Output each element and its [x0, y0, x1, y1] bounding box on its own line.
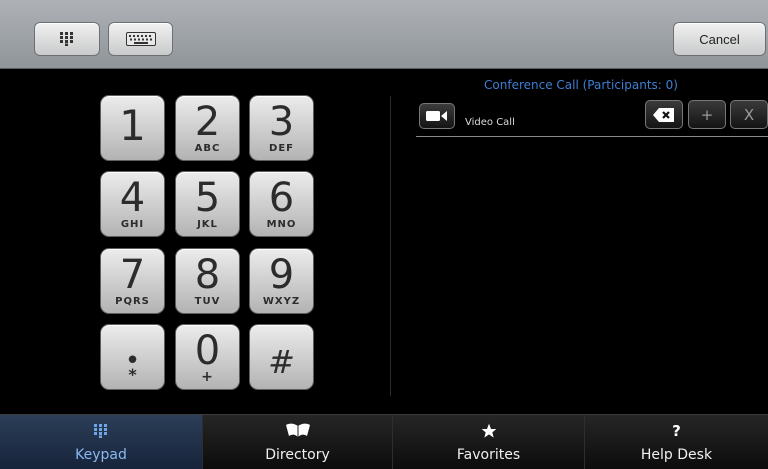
key-digit: 2 — [194, 99, 221, 145]
bottom-navigation: Keypad Directory Favorites ? Help Desk — [0, 414, 768, 469]
dial-keypad: 1 2 ABC 3 DEF 4 GHI 5 JKL 6 MNO 7 PQRS 8… — [100, 95, 315, 391]
keypad-grid-icon — [94, 424, 107, 438]
tab-favorites[interactable]: Favorites — [393, 415, 585, 469]
add-participant-button[interactable]: + — [688, 100, 726, 129]
tab-keypad[interactable]: Keypad — [0, 415, 203, 469]
key-4[interactable]: 4 GHI — [100, 171, 165, 237]
key-letters: DEF — [269, 143, 294, 154]
key-7[interactable]: 7 PQRS — [100, 248, 165, 314]
key-letters: ABC — [194, 143, 221, 154]
conference-call-title: Conference Call (Participants: 0) — [484, 78, 678, 92]
key-digit: 1 — [119, 101, 146, 150]
key-letters: MNO — [266, 219, 297, 230]
video-call-toggle[interactable] — [419, 103, 455, 129]
key-digit: 0 — [194, 328, 221, 374]
tab-help-desk-label: Help Desk — [640, 447, 713, 463]
question-icon: ? — [672, 422, 681, 440]
panel-divider — [390, 96, 391, 396]
number-entry-field[interactable] — [416, 136, 768, 137]
keypad-grid-icon — [60, 32, 73, 46]
cancel-button[interactable]: Cancel — [673, 22, 766, 56]
key-digit: 5 — [194, 175, 221, 221]
key-digit: 4 — [119, 175, 146, 221]
top-toolbar: Cancel — [0, 0, 768, 69]
key-letters: * — [128, 365, 137, 384]
key-6[interactable]: 6 MNO — [249, 171, 314, 237]
star-icon — [481, 423, 496, 438]
key-digit: 7 — [119, 252, 146, 298]
key-letters: WXYZ — [262, 296, 301, 307]
key-digit: 6 — [268, 175, 295, 221]
video-camera-icon — [426, 111, 447, 121]
clear-button[interactable]: X — [730, 100, 768, 129]
key-letters: TUV — [194, 296, 221, 307]
book-icon — [285, 423, 310, 437]
keyboard-mode-button[interactable] — [108, 22, 173, 56]
key-digit: 3 — [268, 99, 295, 145]
tab-help-desk[interactable]: ? Help Desk — [585, 415, 768, 469]
key-1[interactable]: 1 — [100, 95, 165, 161]
key-hash[interactable]: # — [249, 324, 314, 390]
keyboard-icon — [125, 32, 156, 46]
key-3[interactable]: 3 DEF — [249, 95, 314, 161]
tab-directory-label: Directory — [265, 447, 330, 463]
key-letters: PQRS — [115, 296, 150, 307]
key-digit: 9 — [268, 252, 295, 298]
key-8[interactable]: 8 TUV — [175, 248, 240, 314]
key-5[interactable]: 5 JKL — [175, 171, 240, 237]
tab-directory[interactable]: Directory — [203, 415, 393, 469]
key-letters: GHI — [120, 219, 145, 230]
key-letters: JKL — [197, 219, 218, 230]
tab-favorites-label: Favorites — [456, 447, 521, 463]
video-call-label: Video Call — [465, 117, 515, 128]
key-2[interactable]: 2 ABC — [175, 95, 240, 161]
key-letters: + — [201, 369, 214, 385]
key-0[interactable]: 0 + — [175, 324, 240, 390]
key-digit: # — [268, 343, 295, 381]
key-9[interactable]: 9 WXYZ — [249, 248, 314, 314]
key-digit: 8 — [194, 252, 221, 298]
backspace-icon — [653, 107, 674, 122]
tab-keypad-label: Keypad — [75, 447, 127, 463]
key-star[interactable]: • * — [100, 324, 165, 390]
backspace-button[interactable] — [645, 100, 683, 129]
keypad-mode-button[interactable] — [34, 22, 100, 56]
